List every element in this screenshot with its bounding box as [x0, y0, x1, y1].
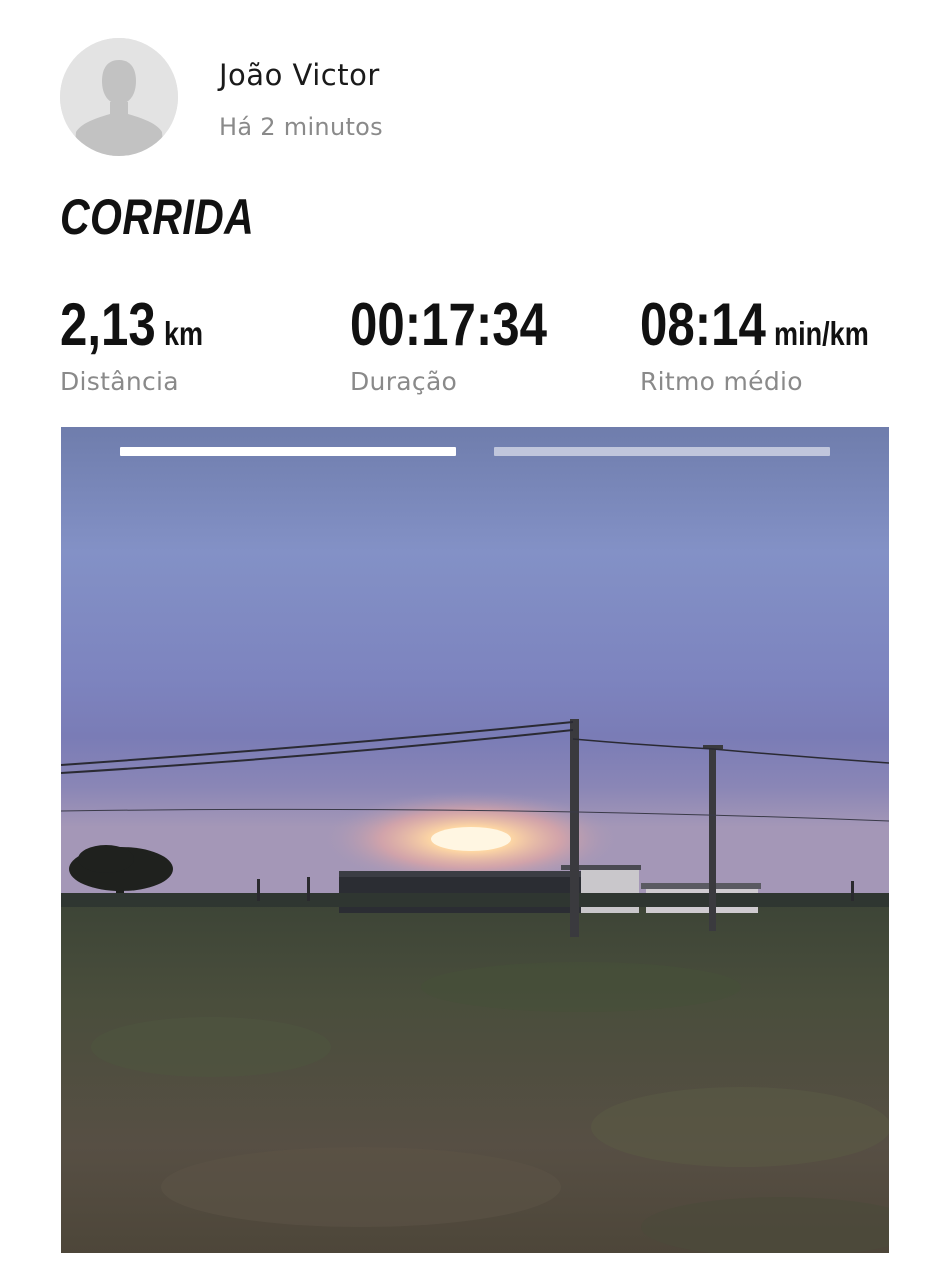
avatar[interactable]: [60, 38, 178, 156]
stat-duration: 00:17:34 Duração: [350, 290, 590, 396]
activity-type-title: CORRIDA: [60, 189, 255, 245]
stat-distance: 2,13 km Distância: [60, 290, 234, 396]
post-timestamp: Há 2 minutos: [219, 113, 383, 141]
pace-label: Ritmo médio: [640, 367, 803, 396]
stat-pace: 08:14 min/km Ritmo médio: [640, 290, 919, 396]
pace-unit: min/km: [774, 315, 869, 352]
carousel-indicator[interactable]: [494, 447, 830, 456]
duration-value: 00:17:34: [350, 291, 547, 358]
user-name[interactable]: João Victor: [219, 58, 380, 92]
pace-value: 08:14: [640, 291, 766, 358]
activity-photo[interactable]: [61, 427, 889, 1253]
landscape-photo: [61, 427, 889, 1253]
duration-label: Duração: [350, 367, 458, 396]
distance-unit: km: [163, 315, 204, 352]
carousel-indicator-active[interactable]: [120, 447, 456, 456]
user-silhouette-icon: [60, 38, 178, 156]
activity-post: João Victor Há 2 minutos CORRIDA 2,13 km …: [0, 0, 950, 1280]
distance-value: 2,13: [60, 291, 156, 358]
distance-label: Distância: [60, 367, 179, 396]
